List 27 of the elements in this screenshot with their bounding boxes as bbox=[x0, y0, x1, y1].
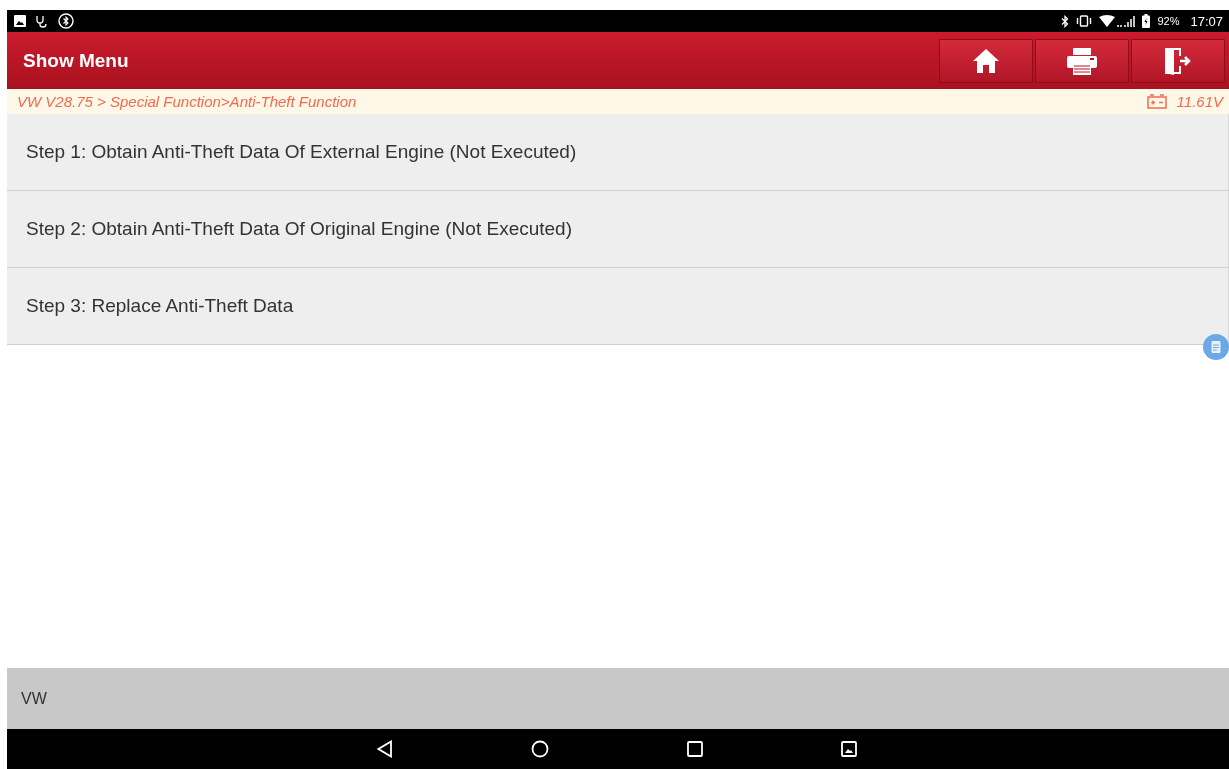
screenshot-icon[interactable] bbox=[841, 741, 857, 757]
breadcrumb-path: VW V28.75 > Special Function>Anti-Theft Function bbox=[17, 93, 357, 110]
footer-text: VW bbox=[21, 689, 47, 708]
recents-icon[interactable] bbox=[687, 741, 703, 757]
back-icon[interactable] bbox=[377, 740, 393, 758]
clock-time: 17:07 bbox=[1190, 13, 1223, 29]
home-circle-icon[interactable] bbox=[531, 740, 549, 758]
header-title: Show Menu bbox=[23, 49, 129, 72]
car-battery-icon bbox=[1146, 94, 1167, 109]
printer-icon bbox=[1067, 46, 1097, 75]
vibrate-icon bbox=[1076, 15, 1093, 27]
home-icon bbox=[972, 47, 1000, 74]
menu-item[interactable]: Step 3: Replace Anti-Theft Data bbox=[7, 268, 1229, 345]
image-icon bbox=[14, 15, 26, 27]
battery-icon bbox=[1142, 14, 1151, 28]
bluetooth-circle-icon bbox=[58, 13, 74, 29]
voltage-reading: 11.61V bbox=[1176, 93, 1223, 110]
exit-door-icon bbox=[1163, 45, 1193, 76]
wifi-signal-icon bbox=[1099, 14, 1136, 28]
battery-percent: 92% bbox=[1157, 15, 1180, 27]
menu-item[interactable]: Step 2: Obtain Anti-Theft Data Of Original Engine (Not Executed) bbox=[7, 191, 1229, 268]
home-button[interactable] bbox=[939, 38, 1033, 83]
stethoscope-icon bbox=[35, 14, 49, 28]
menu-item[interactable]: Step 1: Obtain Anti-Theft Data Of External Engine (Not Executed) bbox=[7, 114, 1229, 191]
bluetooth-icon bbox=[1061, 14, 1070, 28]
print-button[interactable] bbox=[1035, 38, 1129, 83]
exit-button[interactable] bbox=[1131, 38, 1225, 83]
